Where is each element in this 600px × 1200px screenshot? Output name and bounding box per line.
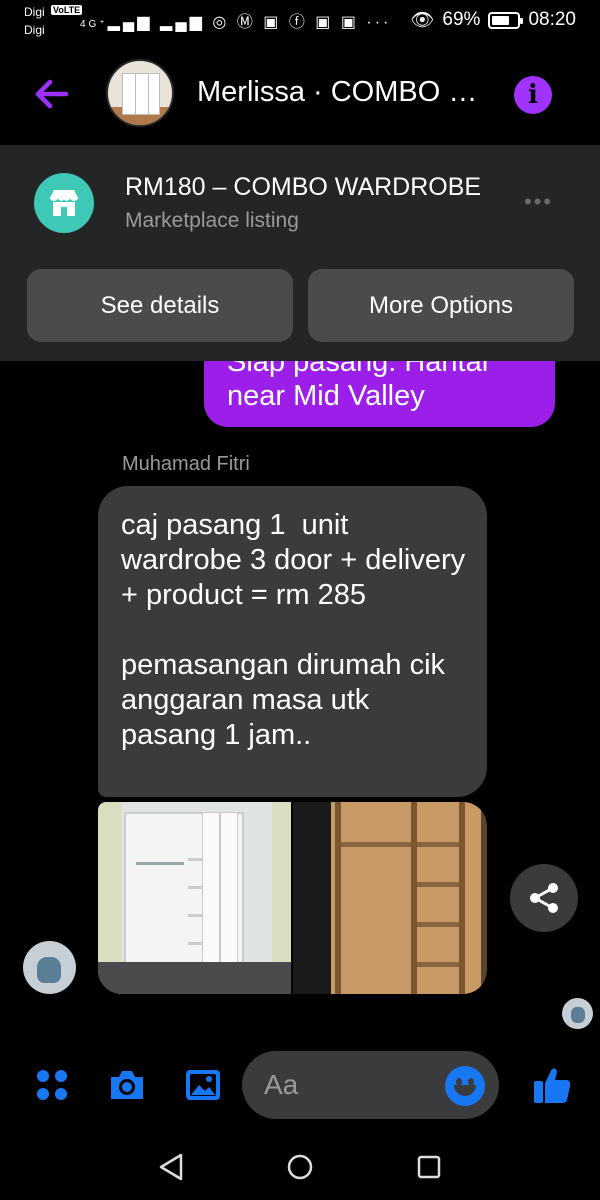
share-button[interactable]: [510, 864, 578, 932]
hanging-rail: [136, 862, 184, 865]
listing-subtitle: Marketplace listing: [125, 209, 299, 232]
cabinet-divider: [335, 802, 341, 994]
avatar-wardrobe-image: [122, 73, 160, 115]
carrier-label-1: Digi: [24, 5, 45, 19]
status-right: 👁 69% 08:20: [410, 8, 576, 32]
sender-avatar[interactable]: [23, 941, 76, 994]
emoji-icon[interactable]: [445, 1066, 485, 1106]
wooden-wardrobe-interior-photo[interactable]: [293, 802, 487, 994]
info-icon[interactable]: i: [514, 76, 552, 114]
photo-floor: [98, 962, 291, 994]
cabinet-shelf: [417, 922, 459, 927]
cabinet-shelf: [341, 842, 411, 847]
nav-recents-icon[interactable]: [414, 1152, 444, 1182]
wooden-cabinet: [331, 802, 481, 994]
cabinet-shelf: [417, 962, 459, 967]
back-button[interactable]: [30, 72, 74, 116]
received-message-bubble[interactable]: caj pasang 1 unit wardrobe 3 door + deli…: [98, 486, 487, 797]
wardrobe-door: [202, 812, 220, 987]
marketplace-listing-panel: RM180 – COMBO WARDROBE Marketplace listi…: [0, 145, 600, 361]
message-composer: [0, 1033, 600, 1128]
white-3-door-wardrobe-photo[interactable]: [98, 802, 291, 994]
gallery-icon[interactable]: [183, 1065, 223, 1105]
thumbs-up-icon[interactable]: [530, 1063, 574, 1107]
cabinet-shelf: [417, 882, 459, 887]
more-dots-icon[interactable]: •••: [524, 189, 553, 215]
sent-message-bubble[interactable]: Siap pasang. Hantar near Mid Valley: [204, 361, 555, 427]
status-bar: Digi VoLTE Digi 4G⁺▂▄▆ ▂▄▆ ◎ Ⓜ ▣ ⓕ ▣ ▣ ·…: [0, 0, 600, 44]
battery-icon: [488, 11, 524, 29]
menu-grid-icon[interactable]: [33, 1066, 73, 1106]
see-details-button[interactable]: See details: [27, 269, 293, 342]
cabinet-shelf: [417, 842, 459, 847]
wardrobe-door: [220, 812, 238, 987]
message-list[interactable]: Siap pasang. Hantar near Mid Valley Muha…: [0, 361, 600, 1033]
camera-icon[interactable]: [107, 1065, 147, 1105]
shop-icon: [34, 173, 94, 233]
eye-icon: 👁: [410, 10, 435, 31]
back-arrow-icon: [35, 79, 69, 109]
network-type-label: 4G⁺: [80, 19, 108, 30]
volte-badge: VoLTE: [51, 5, 83, 15]
nav-home-icon[interactable]: [285, 1152, 315, 1182]
photo-background: [293, 802, 333, 994]
contact-avatar[interactable]: [106, 59, 174, 127]
chat-header: Merlissa · COMBO WARDROBE i: [0, 44, 600, 144]
emoji-mouth: [454, 1085, 476, 1096]
nav-back-icon[interactable]: [157, 1152, 187, 1182]
seen-receipt-avatar: [562, 998, 593, 1029]
carrier-label-2: Digi: [24, 23, 45, 37]
battery-percent: 69%: [442, 9, 481, 30]
listing-title[interactable]: RM180 – COMBO WARDROBE: [125, 173, 490, 202]
chat-title[interactable]: Merlissa · COMBO WARDROBE: [197, 76, 492, 109]
cabinet-divider: [459, 802, 465, 994]
share-icon: [530, 883, 558, 913]
system-navigation-bar: [0, 1128, 600, 1200]
more-options-button[interactable]: More Options: [308, 269, 574, 342]
sender-name: Muhamad Fitri: [122, 453, 250, 475]
clock: 08:20: [528, 9, 576, 30]
signal-icons: 4G⁺▂▄▆ ▂▄▆ ◎ Ⓜ ▣ ⓕ ▣ ▣ ···: [80, 14, 392, 31]
battery-fill: [492, 15, 510, 25]
